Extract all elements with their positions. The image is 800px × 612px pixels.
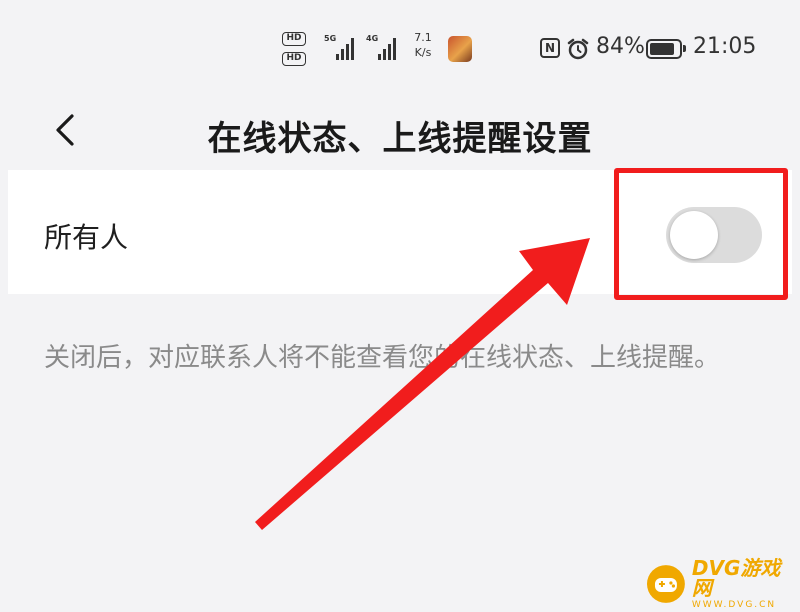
nfc-icon: N <box>540 38 560 58</box>
watermark: DVG游戏网 WWW.DVG.CN <box>646 558 800 610</box>
network-type-4g: 4G <box>366 34 379 43</box>
app-notification-icon <box>448 36 472 62</box>
battery-percent: 84% <box>596 34 645 59</box>
gamepad-logo-icon <box>646 565 685 603</box>
hd-call-icon: HD <box>282 32 306 46</box>
navigation-header: 在线状态、上线提醒设置 <box>0 95 800 170</box>
setting-description: 关闭后，对应联系人将不能查看您的在线状态、上线提醒。 <box>44 343 721 373</box>
network-type-5g: 5G <box>324 34 337 43</box>
watermark-url: WWW.DVG.CN <box>691 600 777 610</box>
watermark-name: DVG游戏网 <box>691 556 781 600</box>
watermark-text: DVG游戏网 WWW.DVG.CN <box>692 558 800 610</box>
signal-strength-icon-2 <box>378 34 396 60</box>
signal-strength-icon <box>336 34 354 60</box>
network-speed-unit: K/s <box>414 46 432 59</box>
page-title: 在线状态、上线提醒设置 <box>207 119 593 159</box>
clock-time: 21:05 <box>693 34 757 59</box>
status-bar: HD HD 5G 4G 7.1 K/s N 84% 21:05 <box>0 0 800 95</box>
alarm-clock-icon <box>567 38 589 60</box>
battery-icon <box>646 39 686 59</box>
network-speed: 7.1 K/s <box>409 30 437 60</box>
battery-level <box>650 43 674 55</box>
setting-label: 所有人 <box>44 221 129 254</box>
network-speed-value: 7.1 <box>414 31 432 44</box>
hd-call-icon-2: HD <box>282 52 306 66</box>
annotation-highlight-box <box>614 168 788 300</box>
